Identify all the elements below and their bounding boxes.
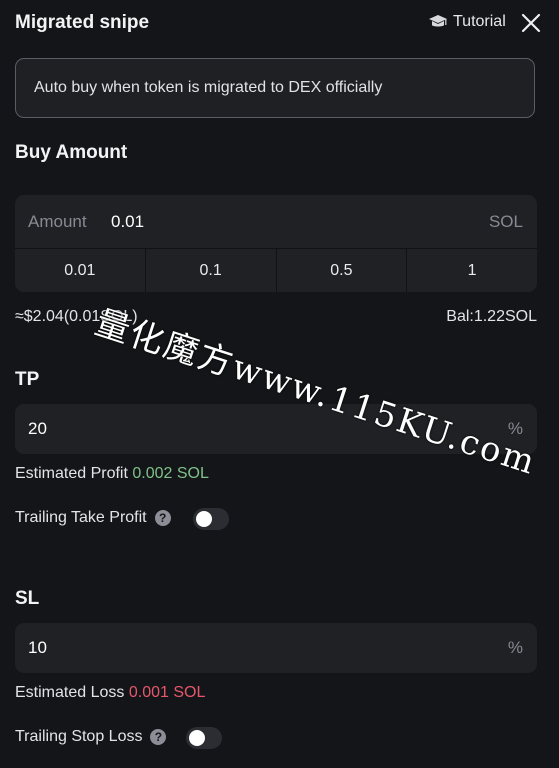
tutorial-link[interactable]: Tutorial [428,13,506,31]
page-title: Migrated snipe [15,12,150,33]
help-icon[interactable]: ? [150,728,167,745]
tutorial-label: Tutorial [453,13,506,30]
buy-amount-title: Buy Amount [15,142,128,163]
amount-value[interactable]: 0.01 [111,212,144,232]
help-icon[interactable]: ? [154,509,171,526]
tp-value[interactable]: 20 [28,419,47,439]
preset-button[interactable]: 1 [407,249,537,292]
estimated-loss-value: 0.001 SOL [128,684,206,701]
toggle-knob [189,730,205,746]
amount-input[interactable]: Amount 0.01 SOL [15,195,537,249]
trailing-take-profit-row: Trailing Take Profit? [15,509,171,527]
graduation-cap-icon [429,15,447,27]
amount-card: Amount 0.01 SOL 0.01 0.1 0.5 1 [15,195,537,292]
sl-title: SL [15,588,40,609]
toggle-knob [196,511,212,527]
preset-row: 0.01 0.1 0.5 1 [15,249,537,292]
sl-unit: % [507,638,523,657]
estimated-profit-value: 0.002 SOL [132,465,209,482]
info-text: Auto buy when token is migrated to DEX o… [34,79,383,96]
trailing-stop-loss-row: Trailing Stop Loss? [15,728,167,746]
preset-button[interactable]: 0.01 [15,249,146,292]
trailing-take-profit-label: Trailing Take Profit [15,509,147,526]
trailing-take-profit-toggle[interactable] [193,508,229,530]
close-icon[interactable] [520,12,542,34]
estimated-loss: Estimated Loss 0.001 SOL [15,684,205,702]
tp-title: TP [15,369,40,390]
estimated-loss-label: Estimated Loss [15,684,125,701]
amount-unit: SOL [488,212,523,231]
preset-button[interactable]: 0.5 [277,249,408,292]
estimated-profit-label: Estimated Profit [15,465,128,482]
trailing-stop-loss-label: Trailing Stop Loss [15,728,143,745]
trailing-stop-loss-toggle[interactable] [186,727,222,749]
balance: Bal:1.22SOL [446,308,537,325]
sl-input[interactable]: 10 % [15,623,537,673]
estimated-profit: Estimated Profit 0.002 SOL [15,465,209,483]
amount-label: Amount [28,212,87,231]
info-box: Auto buy when token is migrated to DEX o… [15,58,535,118]
preset-button[interactable]: 0.1 [146,249,277,292]
sl-value[interactable]: 10 [28,638,47,658]
